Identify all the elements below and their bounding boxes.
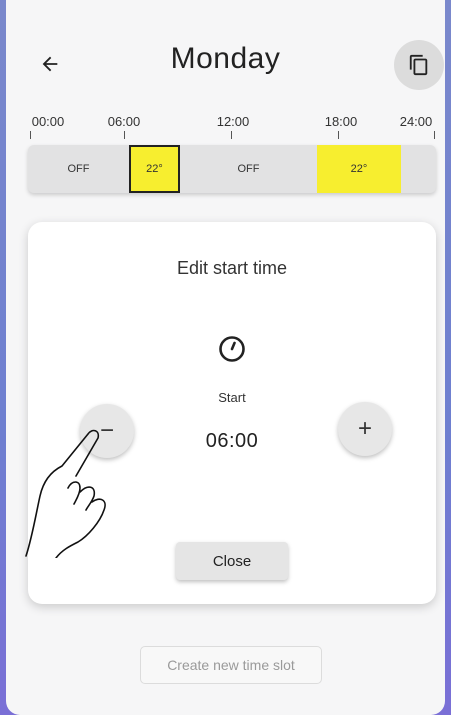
copy-icon — [409, 54, 428, 76]
tick-label: 24:00 — [399, 114, 433, 129]
time-slot-on-selected[interactable]: 22° — [129, 145, 180, 193]
increment-button[interactable]: + — [338, 402, 392, 456]
copy-button[interactable] — [394, 40, 444, 90]
schedule-timeline: OFF 22° OFF 22° — [28, 145, 436, 193]
slot-label: OFF — [67, 163, 90, 175]
close-button[interactable]: Close — [176, 542, 288, 580]
tick-label: 12:00 — [216, 114, 250, 129]
tick-mark — [338, 131, 339, 139]
tick-label: 06:00 — [107, 114, 141, 129]
edit-start-time-dialog: Edit start time Start 06:00 − + Close — [28, 222, 436, 604]
slot-label: 22° — [350, 163, 368, 175]
slot-label: OFF — [237, 163, 260, 175]
clock-icon — [215, 332, 249, 366]
time-slot-off[interactable]: OFF — [180, 145, 317, 193]
app-screen: Monday 00:00 06:00 12:00 18:00 24:00 OFF… — [6, 0, 445, 715]
decrement-button[interactable]: − — [80, 404, 134, 458]
minus-icon: − — [99, 417, 114, 444]
time-slot-on[interactable]: 22° — [317, 145, 401, 193]
tick-mark — [30, 131, 31, 139]
tick-label: 00:00 — [31, 114, 65, 129]
create-time-slot-button[interactable]: Create new time slot — [140, 646, 322, 684]
tick-label: 18:00 — [324, 114, 358, 129]
tick-mark — [124, 131, 125, 139]
tick-mark — [231, 131, 232, 139]
time-slot-off[interactable]: OFF — [28, 145, 129, 193]
tick-mark — [434, 131, 435, 139]
slot-label: 22° — [146, 163, 163, 175]
field-label: Start — [218, 390, 246, 405]
plus-icon: + — [357, 415, 372, 442]
page-title: Monday — [170, 42, 281, 75]
dialog-title: Edit start time — [176, 258, 288, 278]
